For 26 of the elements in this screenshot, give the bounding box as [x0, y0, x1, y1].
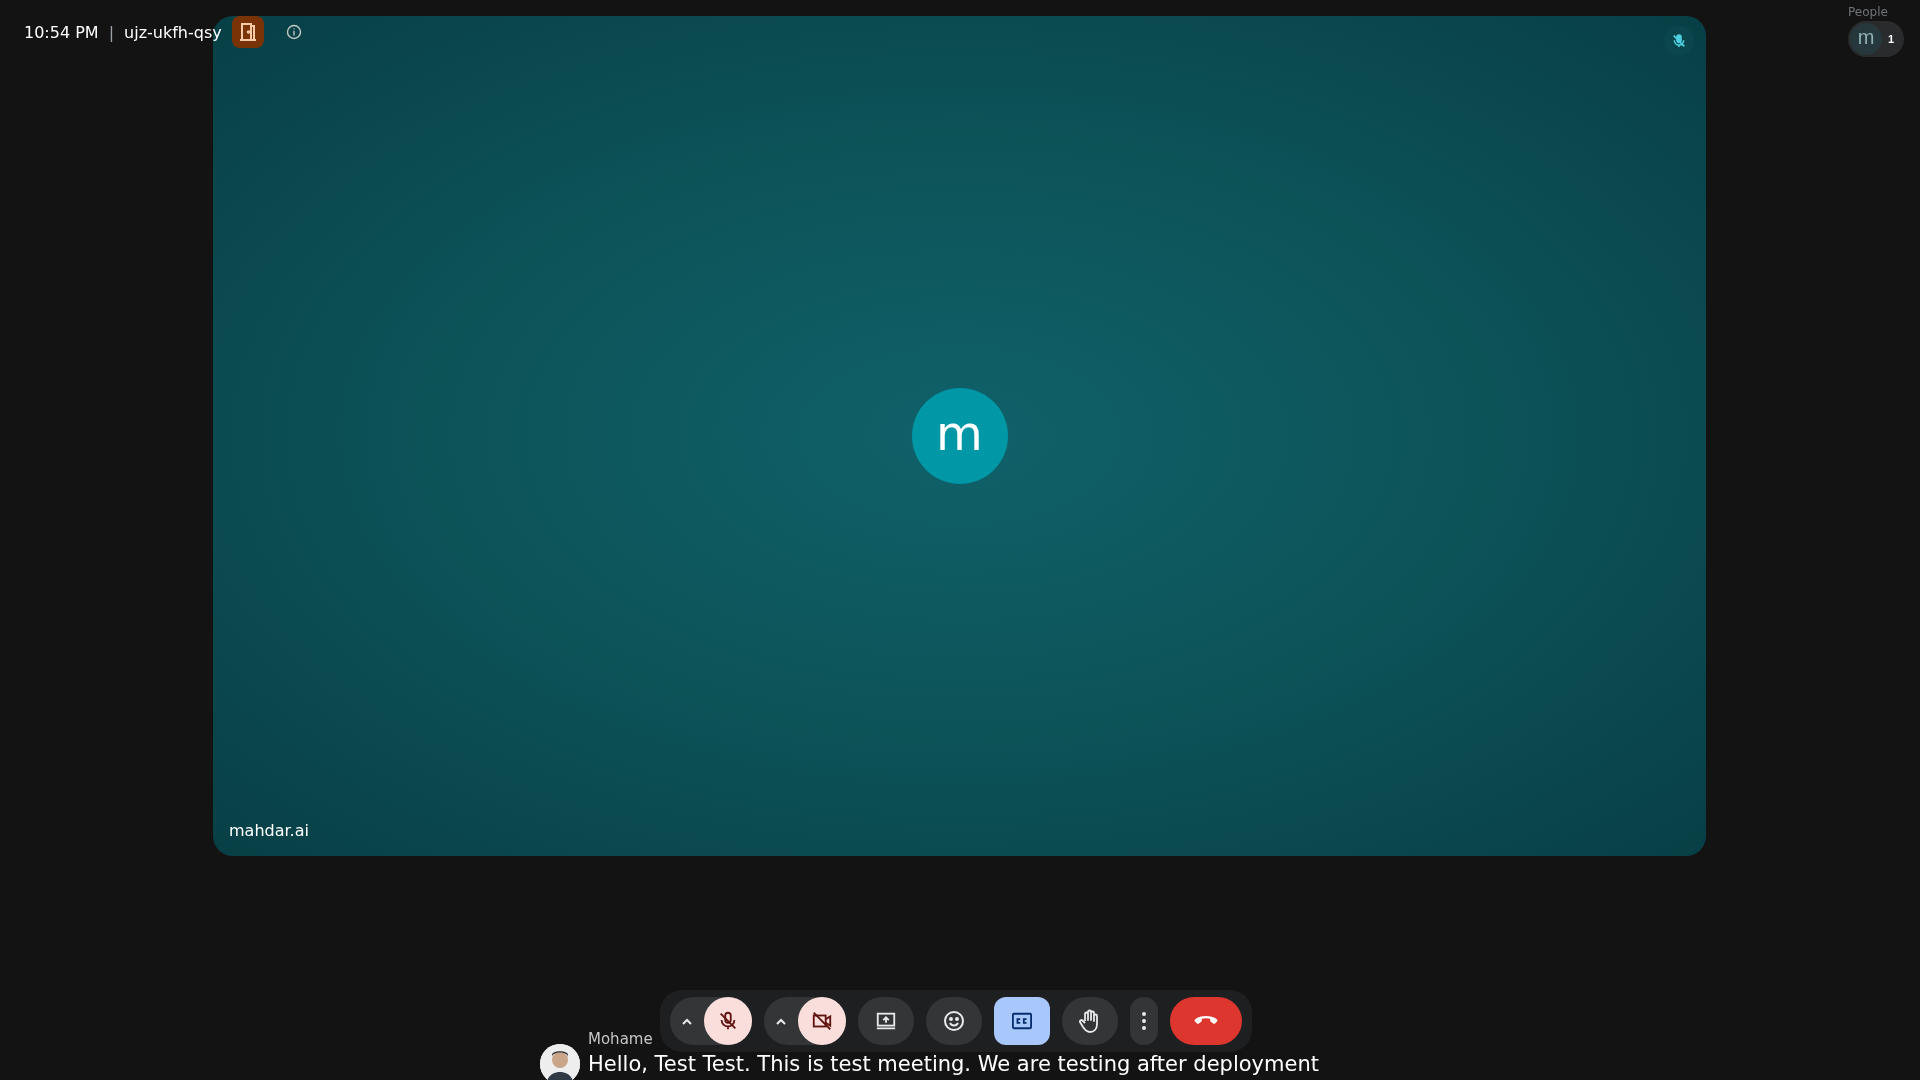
people-button[interactable]: m 1	[1848, 21, 1904, 57]
speaker-name: Mohame	[588, 1030, 654, 1050]
door-icon[interactable]	[231, 16, 264, 48]
separator: |	[108, 22, 115, 42]
speaker-avatar	[540, 1044, 580, 1080]
meeting-code: ujz-ukfh-qsy	[124, 22, 222, 42]
clock-time: 10:54 PM	[24, 22, 99, 42]
captions-icon	[1011, 1011, 1033, 1031]
leave-call-button[interactable]	[1170, 997, 1242, 1045]
microphone-button[interactable]	[704, 997, 752, 1045]
present-screen-icon	[874, 1010, 898, 1032]
caret-icon	[681, 1017, 693, 1025]
caption-text: Hello, Test Test. This is test meeting. We are testing after deployment	[588, 1052, 1319, 1076]
participant-name: mahdar.ai	[229, 821, 309, 840]
raise-hand-button[interactable]	[1062, 997, 1118, 1045]
captions-button[interactable]	[994, 997, 1050, 1045]
participant-avatar: m	[911, 388, 1008, 484]
info-icon[interactable]	[285, 24, 302, 40]
more-options-button[interactable]	[1130, 997, 1158, 1045]
people-label: People	[1848, 5, 1888, 19]
emoji-icon	[942, 1009, 966, 1033]
caret-icon	[775, 1017, 787, 1025]
more-options-icon	[1141, 1011, 1147, 1031]
reactions-button[interactable]	[926, 997, 982, 1045]
camera-button[interactable]	[798, 997, 846, 1045]
present-button[interactable]	[858, 997, 914, 1045]
